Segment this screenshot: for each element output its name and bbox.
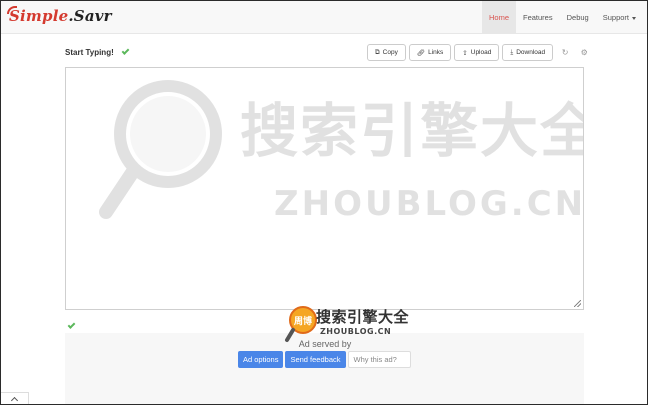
send-feedback-button[interactable]: Send feedback	[285, 351, 346, 368]
links-button[interactable]: 🔗︎ Links	[408, 44, 452, 61]
brand-logo[interactable]: Simple . Savr	[7, 6, 112, 25]
scroll-to-top-button[interactable]	[1, 392, 29, 404]
caret-down-icon	[632, 16, 636, 20]
ad-options-button[interactable]: Ad options	[238, 351, 284, 368]
refresh-icon[interactable]: ↻	[558, 44, 572, 61]
nav-item-debug[interactable]: Debug	[560, 1, 596, 34]
nav-item-features[interactable]: Features	[516, 1, 560, 34]
magnifier-logo-icon	[99, 80, 222, 219]
watermark-small-en-text: ZHOUBLOG.CN	[320, 327, 392, 336]
magnifier-logo-small-icon: 周博	[285, 306, 317, 342]
watermark-small: 周博 搜索引擎大全 ZHOUBLOG.CN	[284, 304, 409, 344]
brand-part1: Simple	[9, 7, 69, 25]
watermark-cn-text: 搜索引擎大全	[240, 97, 584, 165]
chevron-up-icon	[10, 396, 19, 404]
copy-button-label: Copy	[382, 49, 398, 56]
link-icon: 🔗︎	[416, 49, 426, 57]
editor-toolbar: ⧉ Copy 🔗︎ Links ⇪ Upload ⤓ Download ↻ ⚙	[367, 44, 591, 61]
nav-item-support-label: Support	[602, 13, 629, 22]
nav-item-support[interactable]: Support	[596, 1, 643, 34]
nav-item-home[interactable]: Home	[481, 1, 516, 34]
copy-button[interactable]: ⧉ Copy	[367, 44, 406, 61]
logo-small-text: 周博	[294, 315, 312, 327]
gear-icon[interactable]: ⚙	[577, 44, 591, 61]
editor-header: Start Typing!	[65, 44, 130, 60]
why-this-ad-button[interactable]: Why this ad?	[347, 351, 411, 368]
navbar: Simple . Savr Home Features Debug Suppor…	[1, 1, 647, 34]
editor-title: Start Typing!	[65, 47, 114, 57]
download-icon: ⤓	[510, 48, 514, 56]
upload-icon: ⇪	[462, 49, 468, 57]
ad-buttons: Ad options Send feedback Why this ad?	[238, 351, 411, 368]
watermark-en-text: ZHOUBLOG.CN	[274, 184, 584, 224]
download-button-label: Download	[516, 49, 546, 56]
status-check-icon	[67, 321, 76, 329]
download-button[interactable]: ⤓ Download	[502, 44, 554, 61]
upload-button-label: Upload	[470, 49, 492, 56]
resize-handle-icon[interactable]	[574, 300, 581, 307]
copy-icon: ⧉	[375, 48, 380, 56]
brand-part2: Savr	[73, 7, 112, 25]
nav-menu: Home Features Debug Support	[481, 1, 643, 34]
watermark-small-cn-text: 搜索引擎大全	[316, 308, 410, 326]
watermark-large: 搜索引擎大全 ZHOUBLOG.CN	[96, 72, 583, 232]
check-icon	[121, 47, 130, 55]
links-button-label: Links	[428, 49, 444, 56]
text-editor[interactable]: 搜索引擎大全 ZHOUBLOG.CN	[65, 67, 584, 310]
app-frame: Simple . Savr Home Features Debug Suppor…	[0, 0, 648, 405]
upload-button[interactable]: ⇪ Upload	[454, 44, 500, 61]
ad-served-by-label: Ad served by	[298, 339, 352, 349]
